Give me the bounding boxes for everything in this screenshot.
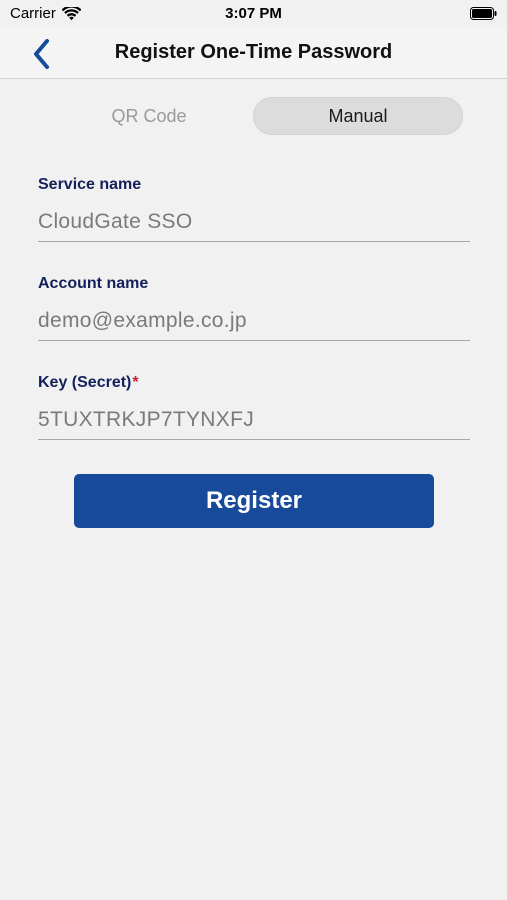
clock: 3:07 PM bbox=[225, 5, 282, 22]
mode-segmented-control: QR Code Manual bbox=[45, 97, 463, 135]
tab-qr-code[interactable]: QR Code bbox=[45, 97, 253, 135]
account-name-input[interactable] bbox=[38, 301, 470, 341]
required-indicator: * bbox=[132, 374, 139, 391]
account-name-field-group: Account name bbox=[38, 275, 470, 341]
service-name-label: Service name bbox=[38, 176, 142, 193]
key-secret-input[interactable] bbox=[38, 400, 470, 440]
page-title: Register One-Time Password bbox=[114, 41, 393, 63]
navigation-bar: Register One-Time Password bbox=[0, 28, 507, 79]
key-secret-field-group: Key (Secret)* bbox=[38, 374, 470, 440]
battery-icon bbox=[470, 7, 497, 20]
account-name-label: Account name bbox=[38, 275, 149, 292]
status-bar: Carrier 3:07 PM bbox=[0, 0, 507, 28]
key-secret-label: Key (Secret) bbox=[38, 374, 132, 391]
key-secret-label-row: Key (Secret)* bbox=[38, 374, 470, 392]
service-name-input[interactable] bbox=[38, 202, 470, 242]
service-name-field-group: Service name bbox=[38, 176, 470, 242]
register-button[interactable]: Register bbox=[74, 474, 434, 528]
tab-manual[interactable]: Manual bbox=[253, 97, 463, 135]
screen: Carrier 3:07 PM Register One-Time Passwo… bbox=[0, 0, 507, 900]
